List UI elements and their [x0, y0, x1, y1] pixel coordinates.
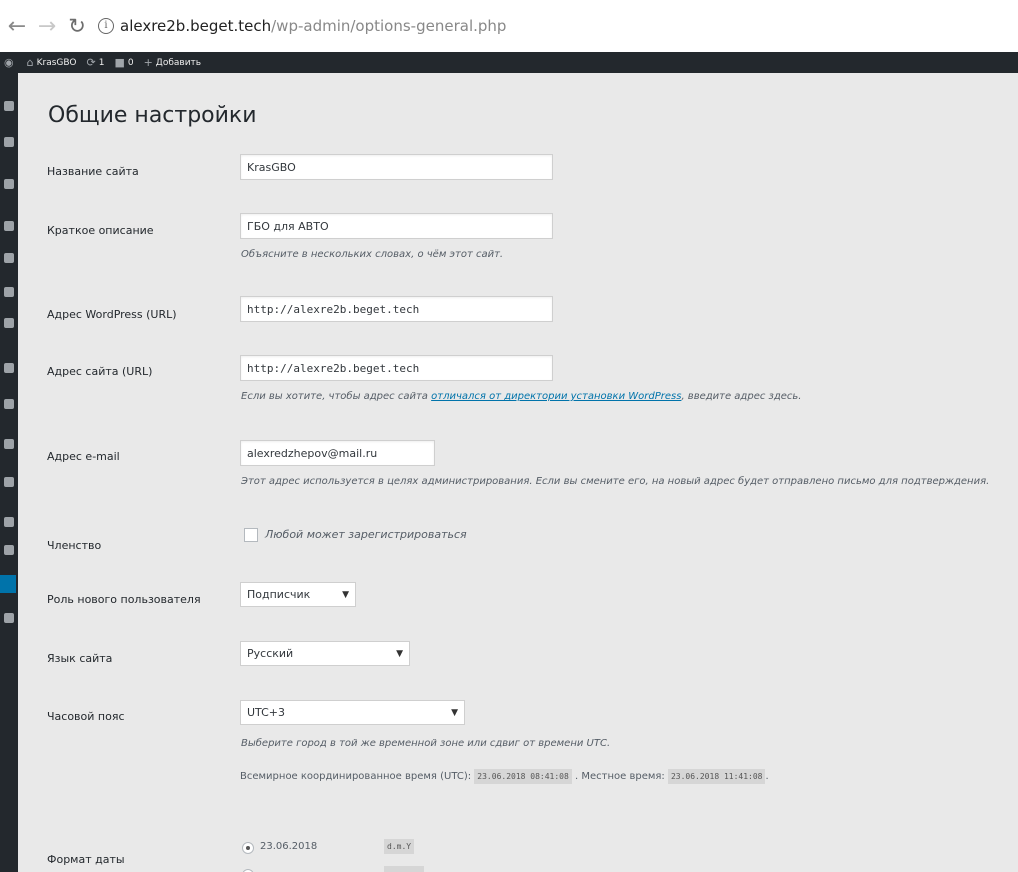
- woocommerce-icon[interactable]: [4, 318, 14, 328]
- url-path: /wp-admin/options-general.php: [271, 17, 507, 35]
- date-format-code-2: [384, 866, 424, 872]
- site-language-select[interactable]: Русский ▼: [240, 641, 410, 666]
- chevron-down-icon: ▼: [396, 648, 403, 659]
- add-new-link[interactable]: + Добавить: [144, 56, 202, 69]
- pages-icon[interactable]: [4, 221, 14, 231]
- email-label: Адрес e-mail: [47, 450, 120, 463]
- forward-arrow-icon[interactable]: →: [34, 14, 60, 39]
- site-title-label: Название сайта: [47, 165, 139, 178]
- add-new-label: Добавить: [155, 57, 202, 68]
- site-url-desc-tail: , введите адрес здесь.: [681, 391, 802, 402]
- info-icon[interactable]: i: [98, 18, 114, 34]
- default-role-label: Роль нового пользователя: [47, 593, 201, 606]
- site-title-input[interactable]: KrasGBO: [240, 154, 553, 180]
- media-icon[interactable]: [4, 179, 14, 189]
- wordpress-logo-icon[interactable]: ◉: [4, 56, 17, 69]
- url-host: alexre2b.beget.tech: [120, 17, 272, 35]
- timezone-select[interactable]: UTC+3 ▼: [240, 700, 465, 725]
- wp-url-label: Адрес WordPress (URL): [47, 308, 177, 321]
- install-dir-link[interactable]: отличался от директории установки WordPr…: [431, 391, 681, 402]
- comments-link[interactable]: ■ 0: [114, 56, 133, 69]
- chevron-down-icon: ▼: [451, 707, 458, 718]
- wp-admin-bar: ◉ ⌂ KrasGBO ⟳ 1 ■ 0 + Добавить: [0, 52, 1018, 73]
- date-format-code: d.m.Y: [384, 839, 415, 854]
- utc-time: 23.06.2018 08:41:08: [474, 769, 572, 784]
- site-language-label: Язык сайта: [47, 652, 113, 665]
- appearance-icon[interactable]: [4, 399, 14, 409]
- local-label: . Местное время:: [575, 771, 665, 782]
- reload-icon[interactable]: ↻: [64, 14, 90, 38]
- admin-sidebar: [0, 73, 18, 872]
- site-name-label: KrasGBO: [36, 57, 77, 68]
- local-time: 23.06.2018 11:41:08: [667, 769, 766, 784]
- default-role-select[interactable]: Подписчик ▼: [240, 582, 356, 607]
- site-language-value: Русский: [247, 647, 294, 660]
- email-description: Этот адрес используется в целях админист…: [241, 476, 990, 487]
- home-icon: ⌂: [26, 56, 34, 69]
- default-role-value: Подписчик: [247, 588, 311, 601]
- feedback-icon[interactable]: [4, 287, 14, 297]
- browser-toolbar: ← → ↻ i alexre2b.beget.tech/wp-admin/opt…: [0, 0, 1018, 52]
- site-url-input[interactable]: http://alexre2b.beget.tech: [240, 355, 553, 381]
- date-format-code-chip: d.m.Y: [384, 839, 415, 854]
- utc-label: Всемирное координированное время (UTC):: [240, 771, 472, 782]
- timezone-label: Часовой пояс: [47, 710, 125, 723]
- tagline-label: Краткое описание: [47, 224, 154, 237]
- tools-icon[interactable]: [4, 517, 14, 527]
- site-url-desc-text: Если вы хотите, чтобы адрес сайта: [241, 391, 432, 402]
- membership-label: Членство: [47, 539, 102, 552]
- chevron-down-icon: ▼: [342, 589, 349, 600]
- site-url-label: Адрес сайта (URL): [47, 365, 153, 378]
- page-title: Общие настройки: [48, 103, 257, 128]
- timezone-value: UTC+3: [247, 706, 286, 719]
- updates-icon: ⟳: [86, 56, 96, 69]
- timezone-info: Всемирное координированное время (UTC): …: [240, 769, 769, 784]
- timezone-description: Выберите город в той же временной зоне и…: [241, 738, 611, 749]
- settings-content: Общие настройки Название сайта KrasGBO К…: [18, 73, 1018, 872]
- membership-checkbox[interactable]: [244, 528, 258, 542]
- plus-icon: +: [143, 56, 153, 69]
- back-arrow-icon[interactable]: ←: [4, 14, 30, 39]
- date-format-label: Формат даты: [47, 853, 125, 866]
- updates-count: 1: [98, 57, 105, 68]
- radio-selected-dot: [246, 846, 250, 850]
- dashboard-icon[interactable]: [4, 101, 14, 111]
- comments-count: 0: [127, 57, 134, 68]
- date-format-code-chip-2: [384, 866, 424, 872]
- tools-icon-2[interactable]: [4, 545, 14, 555]
- users-icon[interactable]: [4, 477, 14, 487]
- comment-icon: ■: [114, 56, 125, 69]
- email-input[interactable]: alexredzhepov@mail.ru: [240, 440, 435, 466]
- address-bar[interactable]: i alexre2b.beget.tech/wp-admin/options-g…: [98, 10, 506, 42]
- tagline-description: Объясните в нескольких словах, о чём это…: [241, 249, 504, 260]
- site-url-description: Если вы хотите, чтобы адрес сайта отлича…: [241, 391, 801, 402]
- date-format-radio[interactable]: [242, 842, 254, 854]
- date-format-value[interactable]: 23.06.2018: [260, 841, 317, 852]
- site-name-link[interactable]: ⌂ KrasGBO: [27, 56, 77, 69]
- membership-checkbox-label[interactable]: Любой может зарегистрироваться: [265, 528, 467, 541]
- updates-link[interactable]: ⟳ 1: [86, 56, 104, 69]
- posts-icon[interactable]: [4, 137, 14, 147]
- wp-url-input[interactable]: http://alexre2b.beget.tech: [240, 296, 553, 322]
- settings-icon[interactable]: [0, 575, 16, 593]
- collapse-menu-icon[interactable]: [4, 613, 14, 623]
- tagline-input[interactable]: ГБО для АВТО: [240, 213, 553, 239]
- products-icon[interactable]: [4, 363, 14, 373]
- comments-menu-icon[interactable]: [4, 253, 14, 263]
- plugins-icon[interactable]: [4, 439, 14, 449]
